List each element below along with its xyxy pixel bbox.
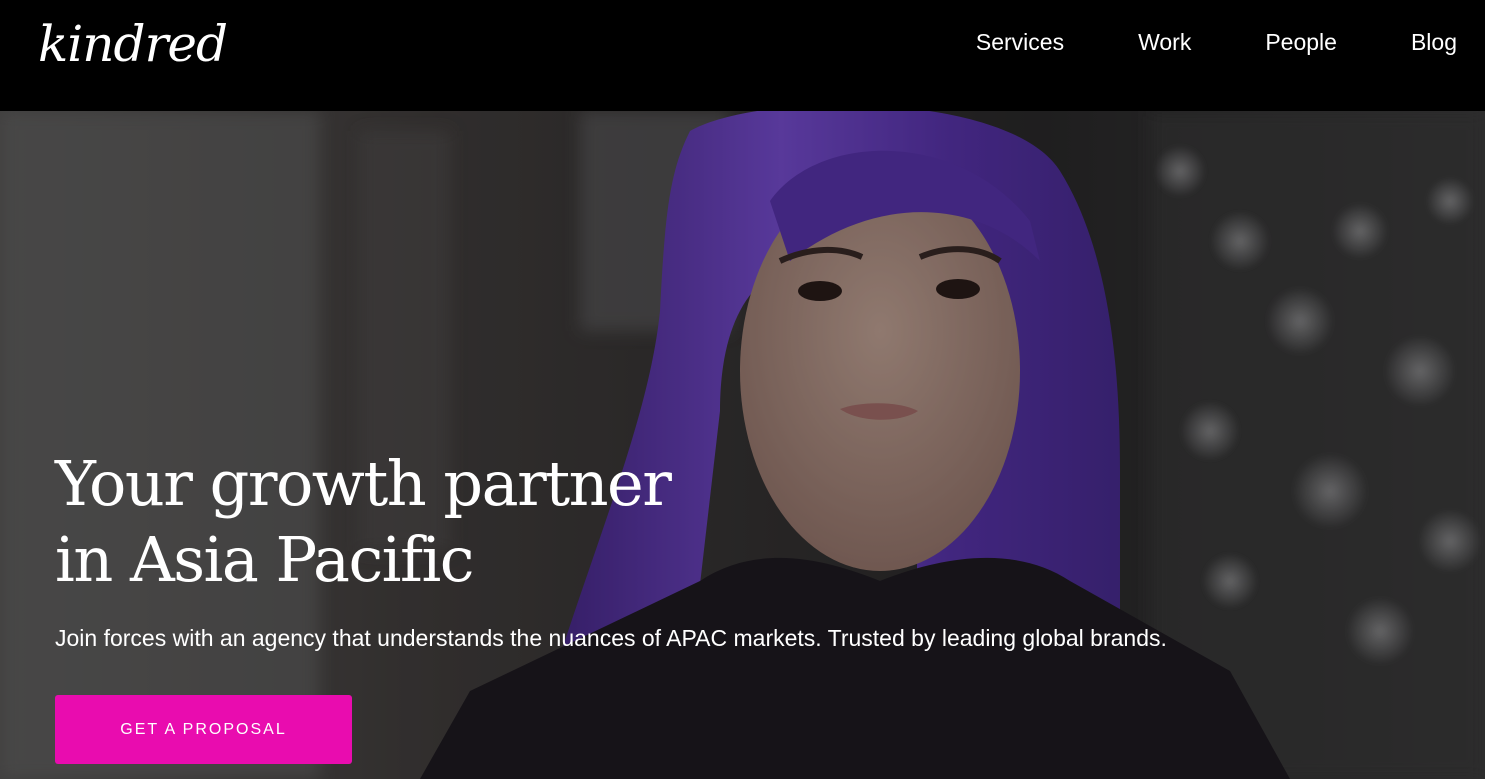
hero-headline-line-2: in Asia Pacific [55, 523, 475, 596]
kindred-logo[interactable]: kindred [38, 12, 228, 76]
get-proposal-button[interactable]: GET A PROPOSAL [55, 695, 352, 764]
nav-blog-link[interactable]: Blog [1411, 28, 1457, 56]
hero-subheadline: Join forces with an agency that understa… [55, 625, 1167, 651]
hero-headline-line-1: Your growth partner [55, 447, 672, 520]
hero-content: Your growth partner in Asia Pacific Join… [55, 446, 1355, 652]
main-nav: Services Work People Blog [976, 28, 1457, 56]
hero-headline: Your growth partner in Asia Pacific [55, 446, 1355, 598]
nav-work-link[interactable]: Work [1138, 28, 1191, 56]
nav-services-link[interactable]: Services [976, 28, 1064, 56]
nav-people-link[interactable]: People [1265, 28, 1337, 56]
site-header: kindred Services Work People Blog [0, 0, 1485, 111]
hero-section: Your growth partner in Asia Pacific Join… [0, 111, 1485, 779]
hero-background-image [0, 111, 1485, 779]
